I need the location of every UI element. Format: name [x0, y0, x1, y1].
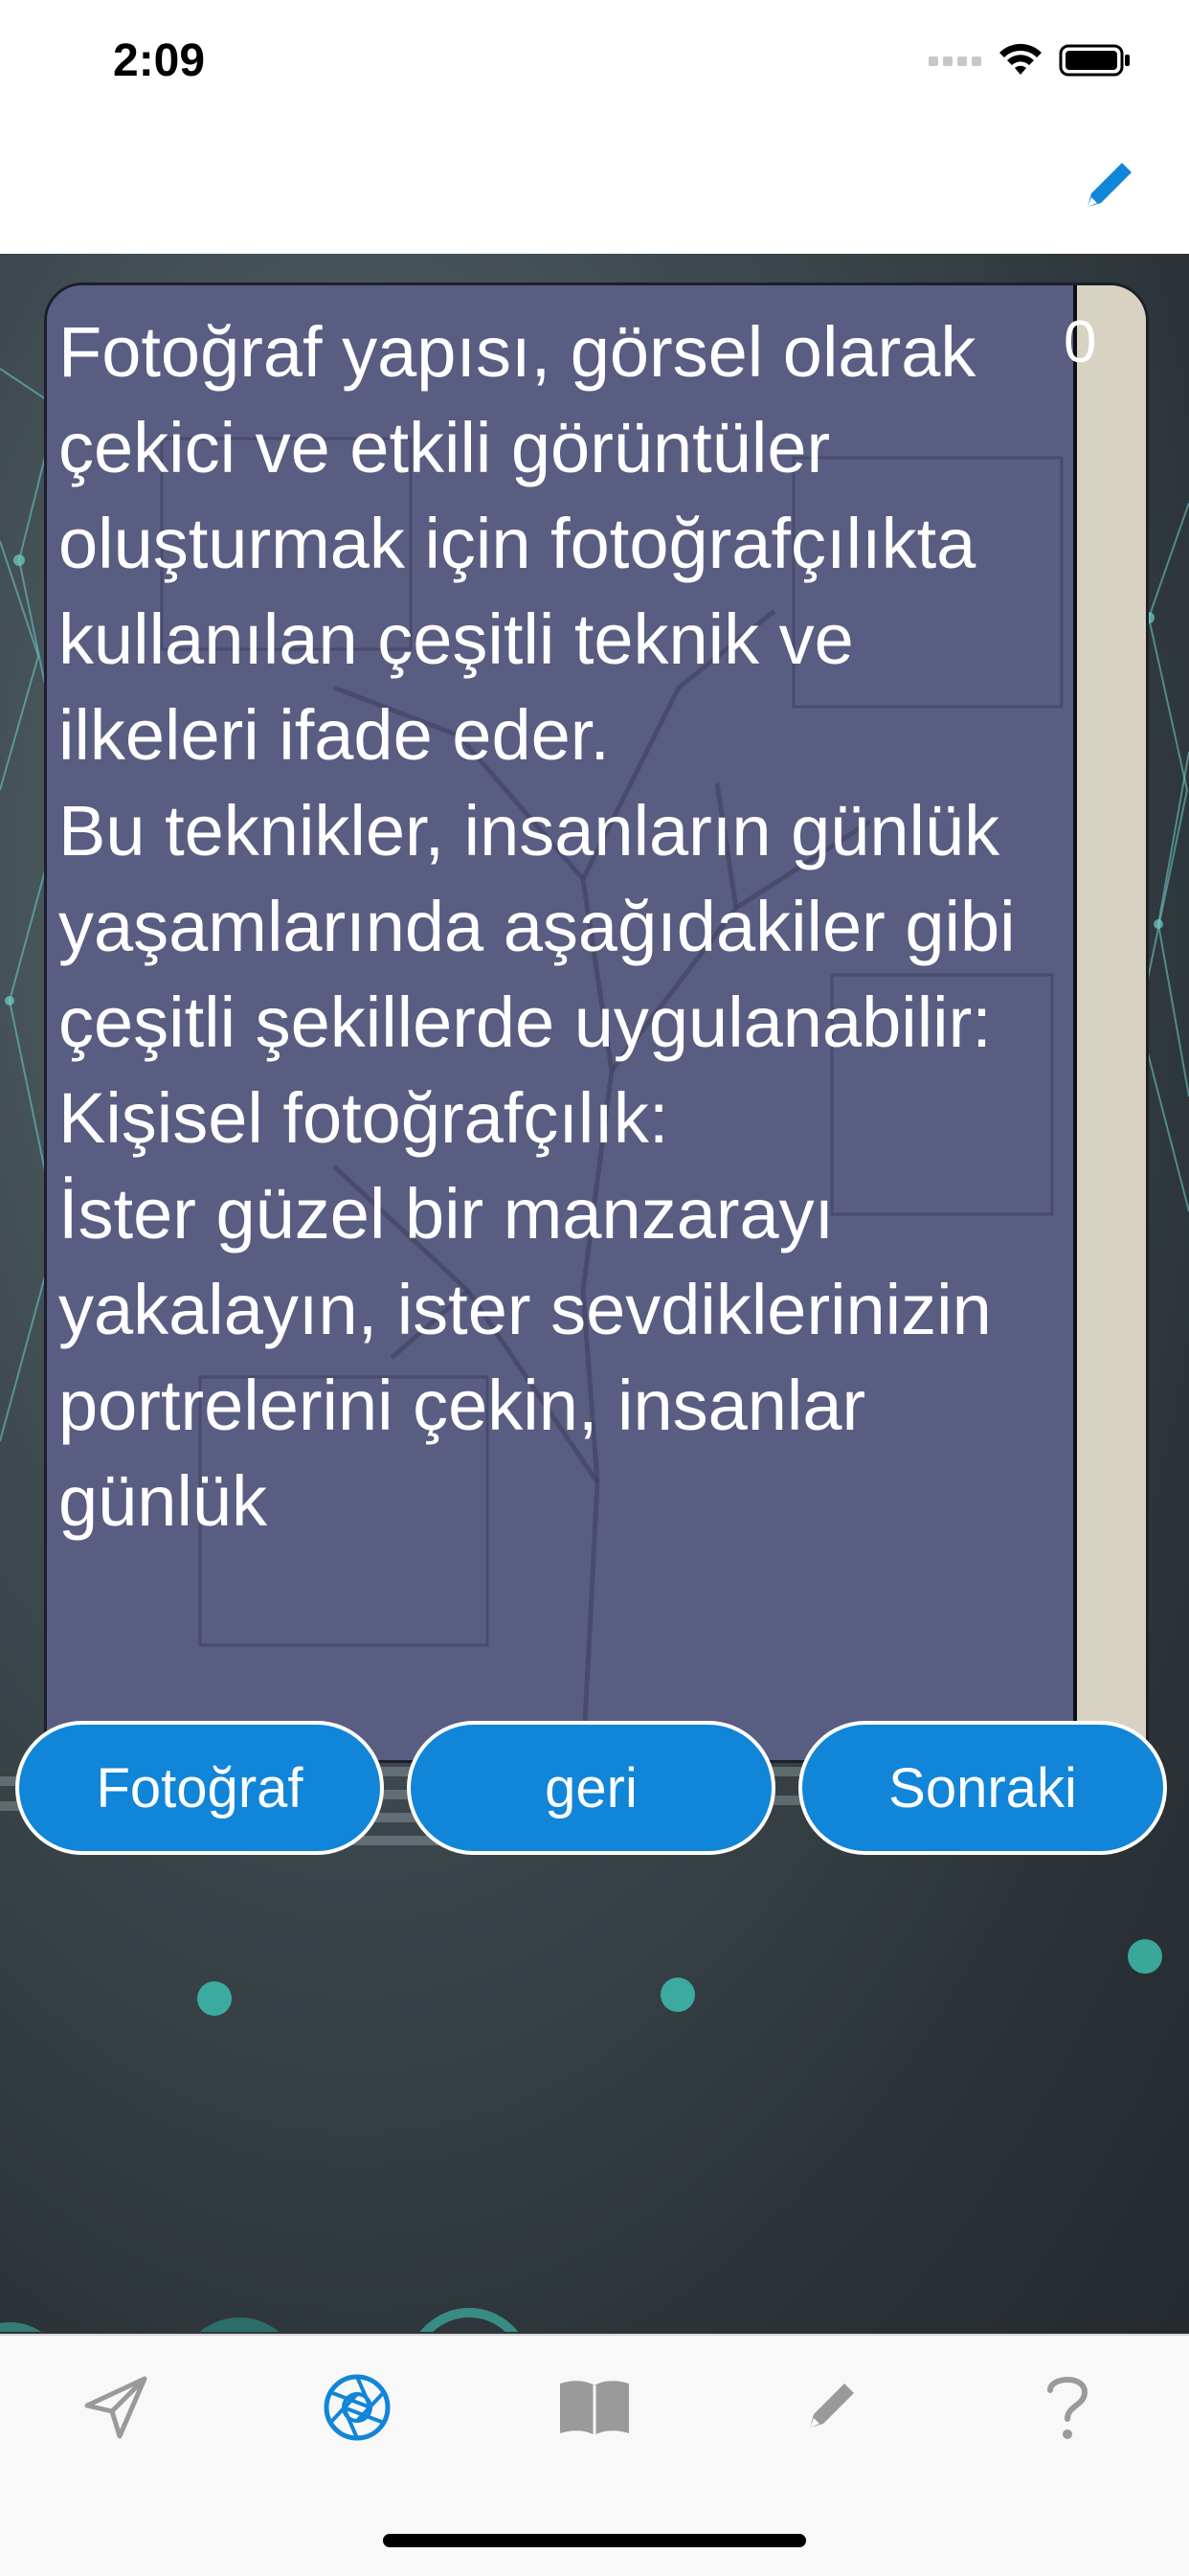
paper-plane-icon — [84, 2376, 147, 2439]
navigation-bar — [0, 124, 1189, 254]
tab-send[interactable] — [63, 2355, 168, 2460]
text-card: Fotoğraf yapısı, görsel olarak çekici ve… — [44, 282, 1149, 1763]
page-counter: 0 — [1064, 309, 1097, 375]
next-button[interactable]: Sonraki — [798, 1721, 1167, 1855]
tab-camera[interactable] — [304, 2355, 410, 2460]
tab-edit[interactable] — [777, 2355, 883, 2460]
status-time: 2:09 — [113, 35, 206, 86]
battery-icon — [1059, 44, 1130, 77]
camera-aperture-icon — [324, 2374, 391, 2441]
home-indicator[interactable] — [383, 2534, 806, 2547]
question-mark-icon — [1047, 2377, 1088, 2439]
card-body-text: Fotoğraf yapısı, görsel olarak çekici ve… — [58, 312, 1016, 1541]
cellular-signal-icon — [929, 56, 981, 66]
edit-button[interactable] — [1074, 153, 1141, 220]
tab-book[interactable] — [542, 2355, 647, 2460]
status-bar: 2:09 — [0, 0, 1189, 124]
back-button[interactable]: geri — [407, 1721, 775, 1855]
book-icon — [560, 2381, 629, 2435]
wifi-icon — [999, 43, 1042, 75]
content-area: Fotoğraf yapısı, görsel olarak çekici ve… — [0, 254, 1189, 2334]
card-divider — [1073, 285, 1077, 1760]
pencil-icon — [1088, 163, 1132, 207]
tab-help[interactable] — [1015, 2355, 1120, 2460]
status-indicators — [929, 42, 1132, 79]
pencil-icon — [810, 2384, 854, 2428]
photo-button[interactable]: Fotoğraf — [15, 1721, 384, 1855]
